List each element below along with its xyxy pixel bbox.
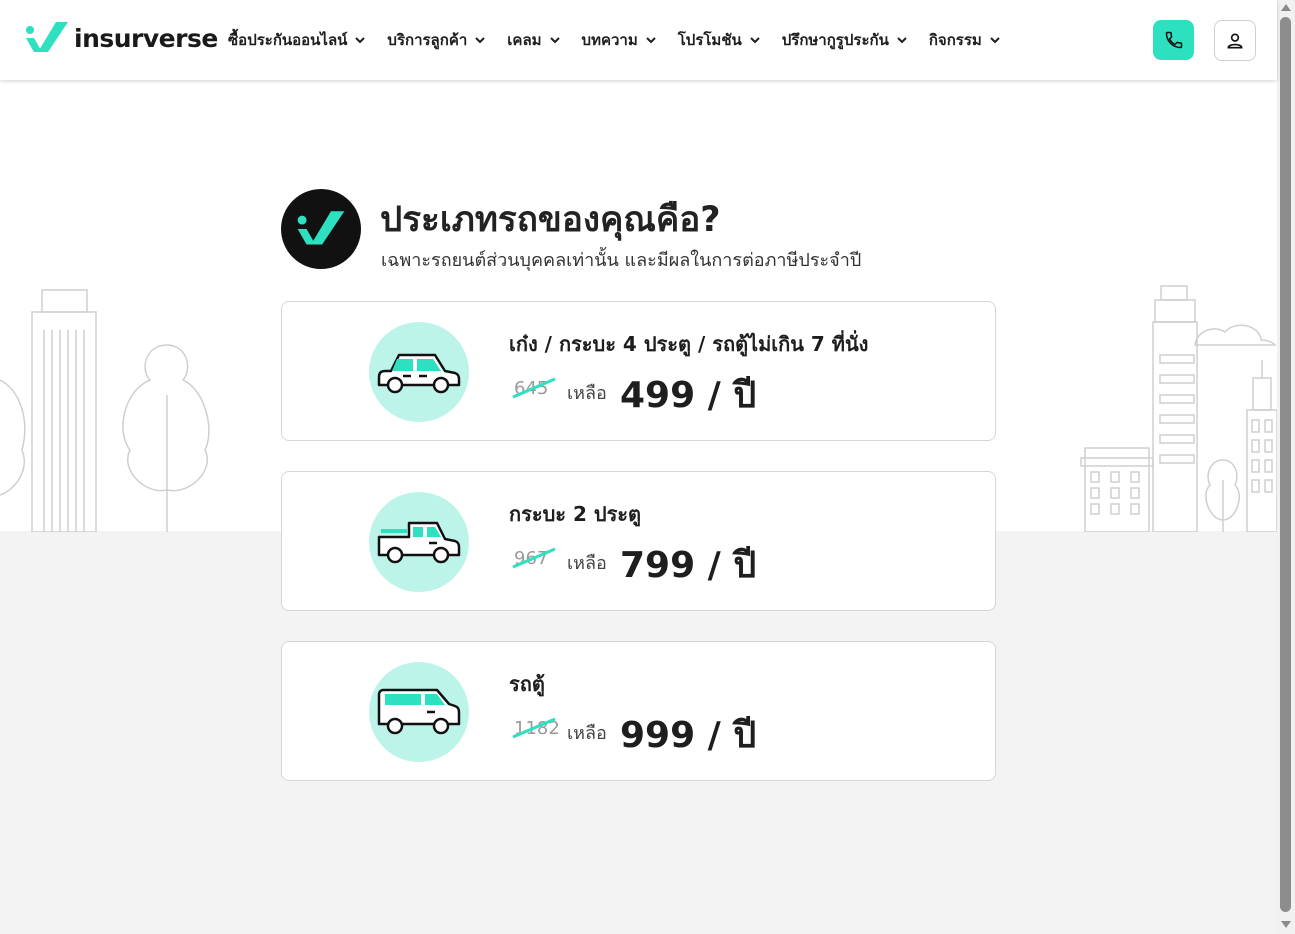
chevron-down-icon [990,37,1000,44]
strikethrough-mark [512,717,556,739]
pickup-icon [377,521,461,564]
nav-item-claim[interactable]: เคลม [507,28,561,52]
vehicle-icon-circle [369,662,469,762]
remaining-label: เหลือ [567,553,607,574]
nav-item-label: ซื้อประกันออนไลน์ [228,31,348,49]
scroll-down-arrow-icon[interactable] [1281,921,1291,928]
nav-item-consult-guru[interactable]: ปรึกษากูรูประกัน [782,28,909,52]
discounted-price: 799 / ปี [620,545,757,586]
vehicle-option-sedan[interactable]: เก๋ง / กระบะ 4 ประตู / รถตู้ไม่เกิน 7 ที… [281,301,996,441]
vehicle-icon-circle [369,492,469,592]
insurverse-logo-icon [26,22,68,52]
discounted-price: 999 / ปี [620,715,757,756]
bot-avatar [281,189,361,269]
nav-item-label: บริการลูกค้า [387,31,468,49]
remaining-label: เหลือ [567,383,607,404]
nav-item-label: กิจกรรม [928,31,982,49]
brand-name: insurverse [74,23,218,53]
question-title: ประเภทรถของคุณคือ? [380,200,721,240]
van-icon [377,688,461,735]
nav-item-articles[interactable]: บทความ [582,28,658,52]
call-button[interactable] [1153,20,1194,60]
strikethrough-mark [512,547,556,569]
vehicle-option-label: เก๋ง / กระบะ 4 ประตู / รถตู้ไม่เกิน 7 ที… [509,332,869,356]
chevron-down-icon [897,37,907,44]
city-buildings-right-illustration [1080,285,1277,532]
chevron-down-icon [355,37,366,44]
site-header: insurverse ซื้อประกันออนไลน์ บริการลูกค้… [0,0,1277,80]
scrollbar-thumb[interactable] [1280,17,1291,912]
main-nav: ซื้อประกันออนไลน์ บริการลูกค้า เคลม บทคว… [218,0,1012,80]
remaining-label: เหลือ [567,723,607,744]
page-scrollbar[interactable] [1277,0,1295,934]
sedan-icon [377,353,461,394]
nav-item-label: เคลม [507,31,542,49]
strikethrough-mark [512,377,556,399]
nav-item-activities[interactable]: กิจกรรม [929,28,1002,52]
city-buildings-left-illustration [0,289,210,532]
nav-item-customer-service[interactable]: บริการลูกค้า [387,28,487,52]
vehicle-option-van[interactable]: รถตู้ 1182 เหลือ 999 / ปี [281,641,996,781]
vehicle-option-pickup-2-door[interactable]: กระบะ 2 ประตู 967 เหลือ 799 / ปี [281,471,996,611]
vehicle-option-label: กระบะ 2 ประตู [509,502,642,526]
chevron-down-icon [646,37,656,44]
chevron-down-icon [549,37,560,44]
scroll-up-arrow-icon[interactable] [1281,4,1291,11]
nav-item-label: โปรโมชัน [677,31,742,49]
brand-logo[interactable]: insurverse [24,20,218,56]
user-icon [1227,33,1243,48]
account-button[interactable] [1214,20,1256,61]
chevron-down-icon [475,37,486,44]
nav-item-label: บทความ [581,31,638,49]
nav-item-buy-online[interactable]: ซื้อประกันออนไลน์ [228,28,367,52]
phone-icon [1165,31,1182,49]
insurverse-logo-icon [297,211,345,245]
vehicle-option-label: รถตู้ [509,672,545,696]
vehicle-icon-circle [369,322,469,422]
discounted-price: 499 / ปี [620,375,757,416]
question-subtitle: เฉพาะรถยนต์ส่วนบุคคลเท่านั้น และมีผลในกา… [381,250,862,271]
nav-item-promotions[interactable]: โปรโมชัน [678,28,762,52]
nav-item-label: ปรึกษากูรูประกัน [781,31,889,49]
chevron-down-icon [750,37,760,44]
